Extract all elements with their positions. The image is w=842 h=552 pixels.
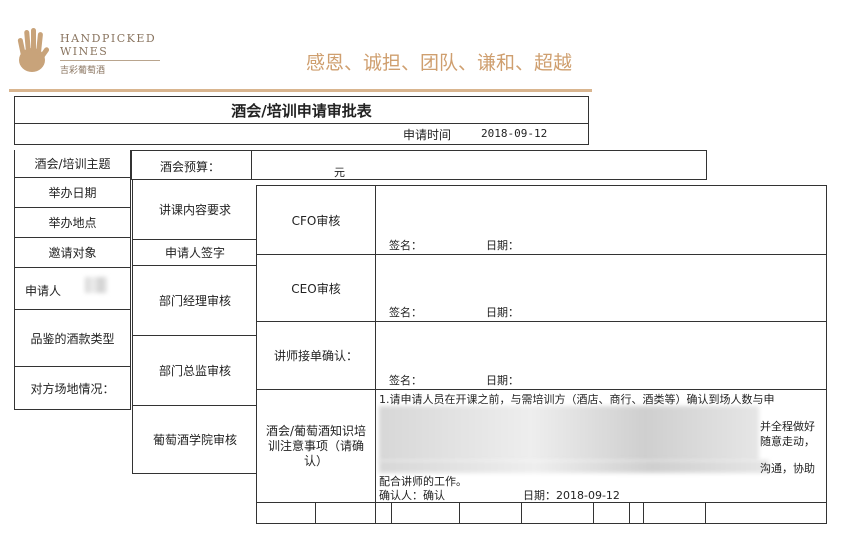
strip-divider (391, 503, 392, 523)
applicant-name-redacted (85, 277, 107, 293)
budget-unit: 元 (334, 166, 345, 179)
logo-brand-line2: WINES (60, 45, 109, 58)
approval-row-lecturer: 讲师接单确认： 签名： 日期： (257, 322, 826, 390)
logo-chinese-name: 吉彩葡萄酒 (60, 66, 106, 76)
notice-fragment-3: 沟通，协助 (760, 462, 815, 475)
approval-row-ceo: CEO审核 签名： 日期： (257, 255, 826, 322)
label-dept-director-review: 部门总监审核 (133, 336, 257, 406)
label-dept-manager-review: 部门经理审核 (133, 266, 257, 336)
strip-divider (459, 503, 460, 523)
label-invitees: 邀请对象 (15, 238, 130, 268)
label-applicant-cell: 申请人 (15, 268, 130, 310)
confirm-person: 确认人：确认 (379, 489, 445, 502)
lecturer-date-label: 日期： (486, 374, 519, 387)
form-title: 酒会/培训申请审批表 (231, 101, 372, 120)
apply-time-label: 申请时间 (403, 128, 452, 142)
notice-label: 酒会/葡萄酒知识培训注意事项（请确认） (265, 423, 367, 468)
label-course-content: 讲课内容要求 (133, 180, 257, 240)
ceo-sign-label: 签名： (389, 306, 422, 319)
cfo-date-label: 日期： (486, 239, 519, 252)
notice-text-redacted (379, 406, 759, 461)
left-label-column: 酒会/培训主题 举办日期 举办地点 邀请对象 申请人 品鉴的酒款类型 对方场地情… (14, 150, 131, 410)
slogan: 感恩、诚担、团队、谦和、超越 (306, 52, 573, 74)
label-location: 举办地点 (15, 208, 130, 238)
confirm-date: 日期：2018-09-12 (523, 489, 620, 502)
approval-bottom-strip (257, 503, 826, 523)
notice-line-1: 1.请申请人员在开课之前，与需培训方（酒店、商行、酒类等）确认到场人数与申 (379, 393, 775, 405)
apply-time-value: 2018-09-12 (481, 127, 548, 140)
budget-row: 酒会预算： 元 (131, 150, 707, 180)
approval-row-notice: 酒会/葡萄酒知识培训注意事项（请确认） 1.请申请人员在开课之前，与需培训方（酒… (257, 390, 826, 503)
label-topic: 酒会/培训主题 (15, 150, 130, 178)
label-wine-types: 品鉴的酒款类型 (15, 310, 130, 367)
lecturer-sign-label: 签名： (389, 374, 422, 387)
strip-divider (643, 503, 644, 523)
cfo-sign-label: 签名： (389, 239, 422, 252)
strip-divider (315, 503, 316, 523)
approval-table: CFO审核 签名： 日期： CEO审核 签名： 日期： 讲师接单确认： 签名： … (256, 185, 827, 524)
label-date: 举办日期 (15, 178, 130, 208)
label-applicant-signature: 申请人签字 (133, 240, 257, 266)
lecturer-confirm-label: 讲师接单确认： (273, 349, 358, 363)
notice-fragment-1: 并全程做好 (760, 420, 815, 433)
approval-row-cfo: CFO审核 签名： 日期： (257, 186, 826, 255)
label-wine-academy-review: 葡萄酒学院审核 (152, 433, 237, 447)
ceo-review-label: CEO审核 (291, 281, 341, 296)
hand-logo-icon (17, 28, 50, 72)
label-venue: 对方场地情况： (15, 367, 130, 410)
notice-text-redacted-2 (379, 460, 769, 473)
strip-divider (521, 503, 522, 523)
ceo-date-label: 日期： (486, 306, 519, 319)
strip-divider (705, 503, 706, 523)
apply-time-row: 申请时间 2018-09-12 (14, 123, 589, 145)
budget-label-cell: 酒会预算： (132, 151, 252, 179)
header-rule (9, 89, 592, 92)
budget-label: 酒会预算： (160, 160, 221, 174)
form-title-cell: 酒会/培训申请审批表 (14, 96, 589, 124)
middle-label-column: 讲课内容要求 申请人签字 部门经理审核 部门总监审核 葡萄酒学院审核 (132, 180, 257, 474)
strip-divider (629, 503, 630, 523)
strip-divider (375, 503, 376, 523)
notice-fragment-2: 随意走动， (760, 435, 815, 448)
logo-brand-line1: HANDPICKED (60, 32, 157, 45)
logo-underline (60, 60, 160, 61)
cfo-review-label: CFO审核 (291, 213, 341, 228)
strip-divider (593, 503, 594, 523)
label-applicant: 申请人 (25, 284, 62, 298)
logo: HANDPICKED WINES 吉彩葡萄酒 (8, 26, 168, 78)
